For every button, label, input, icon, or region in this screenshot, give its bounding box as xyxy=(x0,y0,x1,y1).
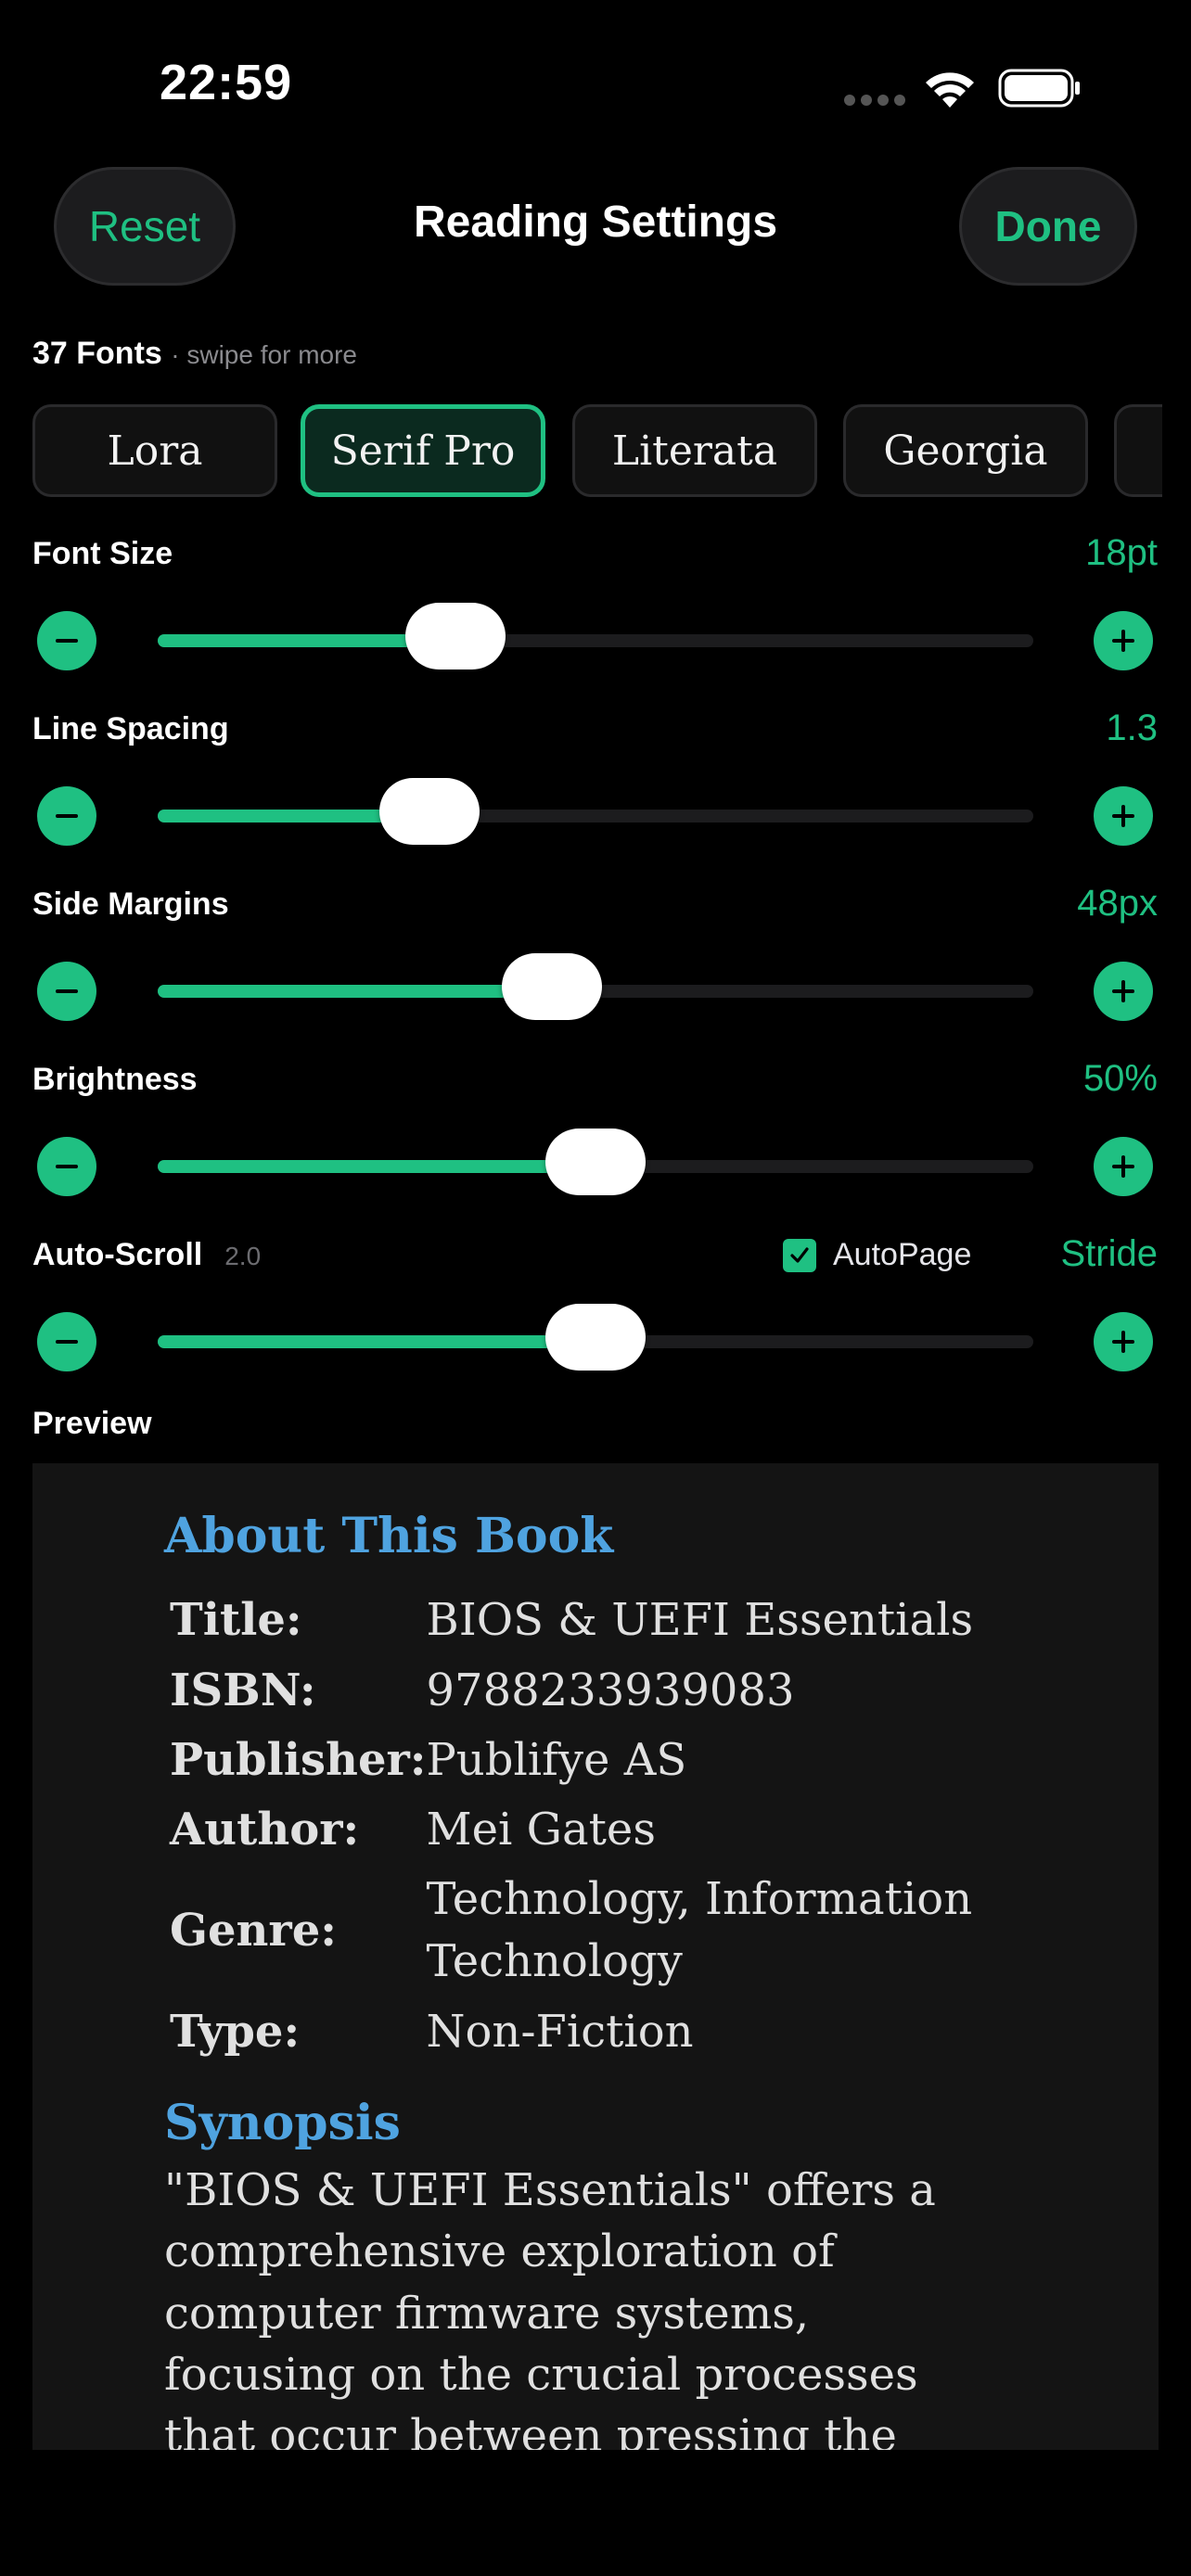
side-margins-increase-button[interactable] xyxy=(1094,962,1153,1021)
meta-value: Mei Gates xyxy=(426,1803,656,1855)
meta-key: ISBN: xyxy=(170,1664,316,1716)
auto-scroll-increase-button[interactable] xyxy=(1094,1312,1153,1371)
meta-row-genre: Genre: Technology, Information Technology xyxy=(164,1865,1027,1996)
meta-row-isbn: ISBN: 9788233939083 xyxy=(164,1656,1027,1726)
side-margins-slider[interactable] xyxy=(158,953,1033,1020)
minus-icon xyxy=(56,1340,78,1344)
meta-row-author: Author: Mei Gates xyxy=(164,1795,1027,1865)
line-spacing-value: 1.3 xyxy=(1106,708,1158,748)
swipe-hint: · swipe for more xyxy=(171,340,357,369)
font-chip-literata[interactable]: Literata xyxy=(572,404,817,497)
battery-icon xyxy=(998,69,1080,108)
side-margins-label: Side Margins xyxy=(32,886,229,922)
meta-key: Genre: xyxy=(170,1904,337,1957)
meta-key: Type: xyxy=(170,2005,301,2058)
line-spacing-slider-thumb[interactable] xyxy=(378,778,480,845)
auto-scroll-decrease-button[interactable] xyxy=(37,1312,96,1371)
brightness-decrease-button[interactable] xyxy=(37,1137,96,1196)
brightness-value: 50% xyxy=(1082,1058,1158,1099)
auto-scroll-slider[interactable] xyxy=(158,1304,1033,1371)
meta-value: Technology, Information Technology xyxy=(426,1873,973,1988)
side-margins-slider-thumb[interactable] xyxy=(501,953,602,1020)
book-meta-table: Title: BIOS & UEFI Essentials ISBN: 978823… xyxy=(164,1586,1027,2066)
font-size-decrease-button[interactable] xyxy=(37,611,96,670)
reading-settings-screen: 22:59 Reset Reading Settings Done 37 Fon… xyxy=(0,0,1191,2576)
autopage-label: AutoPage xyxy=(833,1237,972,1272)
line-spacing-increase-button[interactable] xyxy=(1094,786,1153,846)
meta-value: Publifye AS xyxy=(426,1733,687,1786)
font-size-slider-thumb[interactable] xyxy=(404,603,506,670)
auto-scroll-slider-thumb[interactable] xyxy=(545,1304,646,1371)
font-size-label: Font Size xyxy=(32,536,173,571)
reset-button[interactable]: Reset xyxy=(54,167,236,286)
meta-value: 9788233939083 xyxy=(426,1664,795,1716)
meta-row-type: Type: Non-Fiction xyxy=(164,1997,1027,2067)
meta-row-publisher: Publisher: Publifye AS xyxy=(164,1726,1027,1795)
fonts-count-label: 37 Fonts xyxy=(32,336,162,371)
side-margins-value: 48px xyxy=(1077,883,1158,924)
plus-icon xyxy=(1112,1155,1134,1178)
plus-icon xyxy=(1112,980,1134,1002)
font-chip-serif-pro[interactable]: Serif Pro xyxy=(301,404,545,497)
meta-row-title: Title: BIOS & UEFI Essentials xyxy=(164,1586,1027,1655)
meta-key: Title: xyxy=(170,1594,302,1647)
side-margins-decrease-button[interactable] xyxy=(37,962,96,1021)
synopsis-heading: Synopsis xyxy=(164,2094,401,2151)
side-margins-slider-fill xyxy=(158,985,552,998)
auto-scroll-slider-fill xyxy=(158,1335,596,1348)
line-spacing-slider[interactable] xyxy=(158,778,1033,845)
font-size-slider[interactable] xyxy=(158,603,1033,670)
minus-icon xyxy=(56,989,78,993)
auto-scroll-label-row: Auto-Scroll 2.0 xyxy=(32,1237,261,1273)
line-spacing-label: Line Spacing xyxy=(32,711,229,746)
preview-label: Preview xyxy=(32,1406,152,1441)
brightness-slider-thumb[interactable] xyxy=(545,1129,646,1195)
preview-content: About This Book Title: BIOS & UEFI Essent… xyxy=(164,1508,1027,2450)
plus-icon xyxy=(1112,1331,1134,1353)
meta-value: Non-Fiction xyxy=(426,2005,694,2058)
minus-icon xyxy=(56,814,78,818)
meta-value: BIOS & UEFI Essentials xyxy=(426,1594,974,1647)
font-chip-lora[interactable]: Lora xyxy=(32,404,277,497)
brightness-slider[interactable] xyxy=(158,1129,1033,1195)
auto-scroll-mode[interactable]: Stride xyxy=(1061,1233,1159,1275)
page-title: Reading Settings xyxy=(413,198,778,247)
minus-icon xyxy=(56,639,78,643)
plus-icon xyxy=(1112,630,1134,652)
fonts-count: 37 Fonts · swipe for more xyxy=(32,336,357,372)
meta-key: Publisher: xyxy=(170,1733,427,1786)
autopage-checkbox[interactable] xyxy=(783,1239,816,1272)
status-bar: 22:59 xyxy=(0,0,1191,176)
wifi-icon xyxy=(926,72,974,108)
brightness-increase-button[interactable] xyxy=(1094,1137,1153,1196)
auto-scroll-label: Auto-Scroll xyxy=(32,1237,203,1272)
font-size-value: 18pt xyxy=(1085,532,1158,573)
status-time: 22:59 xyxy=(160,55,293,110)
minus-icon xyxy=(56,1165,78,1168)
preview-panel: About This Book Title: BIOS & UEFI Essent… xyxy=(32,1463,1159,2450)
font-chip-georgia[interactable]: Georgia xyxy=(843,404,1088,497)
line-spacing-decrease-button[interactable] xyxy=(37,786,96,846)
plus-icon xyxy=(1112,805,1134,827)
done-button[interactable]: Done xyxy=(959,167,1137,286)
synopsis-text: "BIOS & UEFI Essentials" offers a compre… xyxy=(164,2164,936,2450)
brightness-label: Brightness xyxy=(32,1062,198,1097)
checkmark-icon xyxy=(790,1247,809,1263)
brightness-slider-fill xyxy=(158,1160,596,1173)
font-chip-next[interactable] xyxy=(1114,404,1162,497)
cellular-signal-icon xyxy=(844,95,905,106)
meta-key: Author: xyxy=(170,1803,360,1855)
auto-scroll-speed: 2.0 xyxy=(224,1242,262,1270)
about-heading: About This Book xyxy=(164,1508,614,1564)
font-size-increase-button[interactable] xyxy=(1094,611,1153,670)
